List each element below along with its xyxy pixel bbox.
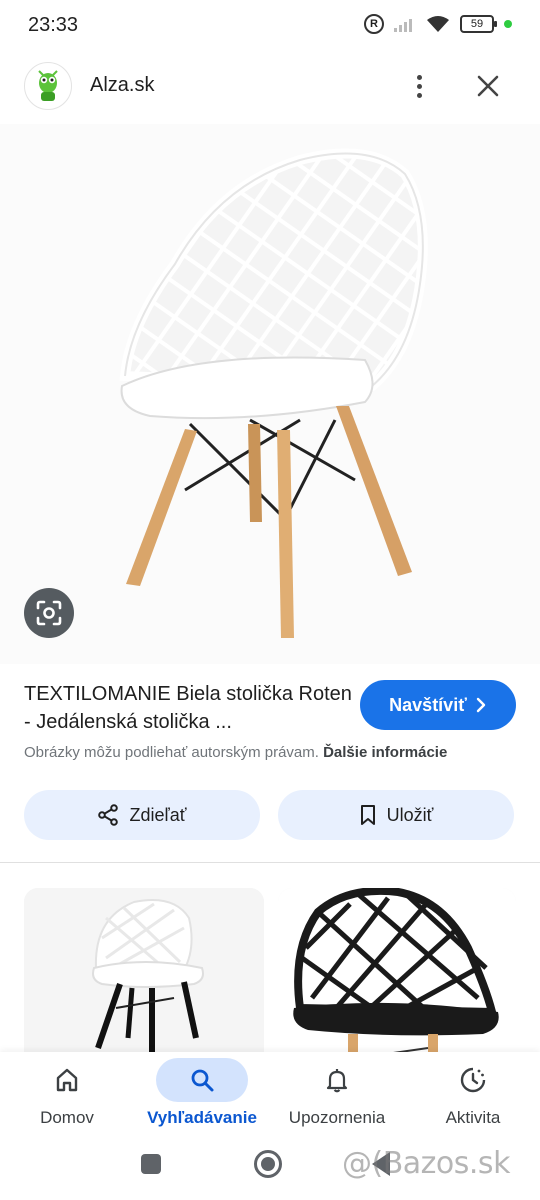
nav-item-search[interactable]: Vyhľadávanie: [137, 1052, 267, 1142]
google-lens-icon[interactable]: [24, 588, 74, 638]
copyright-notice: Obrázky môžu podliehať autorským právam.…: [24, 744, 447, 761]
save-button[interactable]: Uložiť: [278, 790, 514, 840]
recents-icon[interactable]: [141, 1154, 161, 1174]
close-icon[interactable]: [472, 70, 504, 102]
share-label: Zdieľať: [129, 804, 187, 825]
divider: [0, 862, 540, 863]
viewer-header: Alza.sk: [0, 56, 540, 116]
system-navigation: @(Bazos.sk: [0, 1142, 540, 1200]
save-label: Uložiť: [386, 804, 434, 825]
result-title[interactable]: TEXTILOMANIE Biela stolička Roten - Jedá…: [24, 680, 354, 736]
bottom-navigation: Domov Vyhľadávanie Upozornenia Aktivita: [0, 1052, 540, 1142]
chevron-right-icon: [476, 697, 486, 713]
search-icon: [191, 1069, 214, 1092]
home-icon: [56, 1068, 78, 1092]
share-icon: [98, 804, 119, 826]
nav-label: Domov: [40, 1108, 94, 1127]
visit-button-label: Navštíviť: [389, 694, 467, 715]
copyright-text: Obrázky môžu podliehať autorským právam.: [24, 744, 319, 761]
home-circle-icon[interactable]: [254, 1150, 282, 1178]
signal-icon: [394, 19, 412, 32]
white-lattice-chair-photo: [119, 148, 428, 638]
alza-alien-icon[interactable]: [24, 62, 72, 110]
visit-button[interactable]: Navštíviť: [360, 680, 516, 730]
nav-item-notifications[interactable]: Upozornenia: [272, 1052, 402, 1142]
hero-image[interactable]: [0, 124, 540, 664]
privacy-dot: [504, 20, 512, 28]
battery-icon: 59: [460, 15, 497, 33]
watermark: @(Bazos.sk: [342, 1146, 510, 1181]
nav-label: Upozornenia: [288, 1108, 386, 1127]
registered-icon: R: [364, 14, 384, 34]
site-name[interactable]: Alza.sk: [90, 74, 154, 97]
activity-icon: [460, 1067, 486, 1093]
nav-label: Vyhľadávanie: [147, 1108, 257, 1127]
more-vert-icon[interactable]: [404, 70, 434, 102]
wifi-icon: [427, 16, 449, 32]
status-icons: R 59: [364, 14, 512, 34]
status-bar: 23:33 R 59: [0, 0, 540, 52]
share-button[interactable]: Zdieľať: [24, 790, 260, 840]
bell-icon: [326, 1069, 348, 1093]
nav-label: Aktivita: [445, 1108, 501, 1127]
nav-item-home[interactable]: Domov: [2, 1052, 132, 1142]
status-time: 23:33: [28, 14, 79, 36]
bookmark-icon: [360, 805, 375, 825]
nav-item-activity[interactable]: Aktivita: [408, 1052, 538, 1142]
more-info-link[interactable]: Ďalšie informácie: [323, 744, 447, 761]
